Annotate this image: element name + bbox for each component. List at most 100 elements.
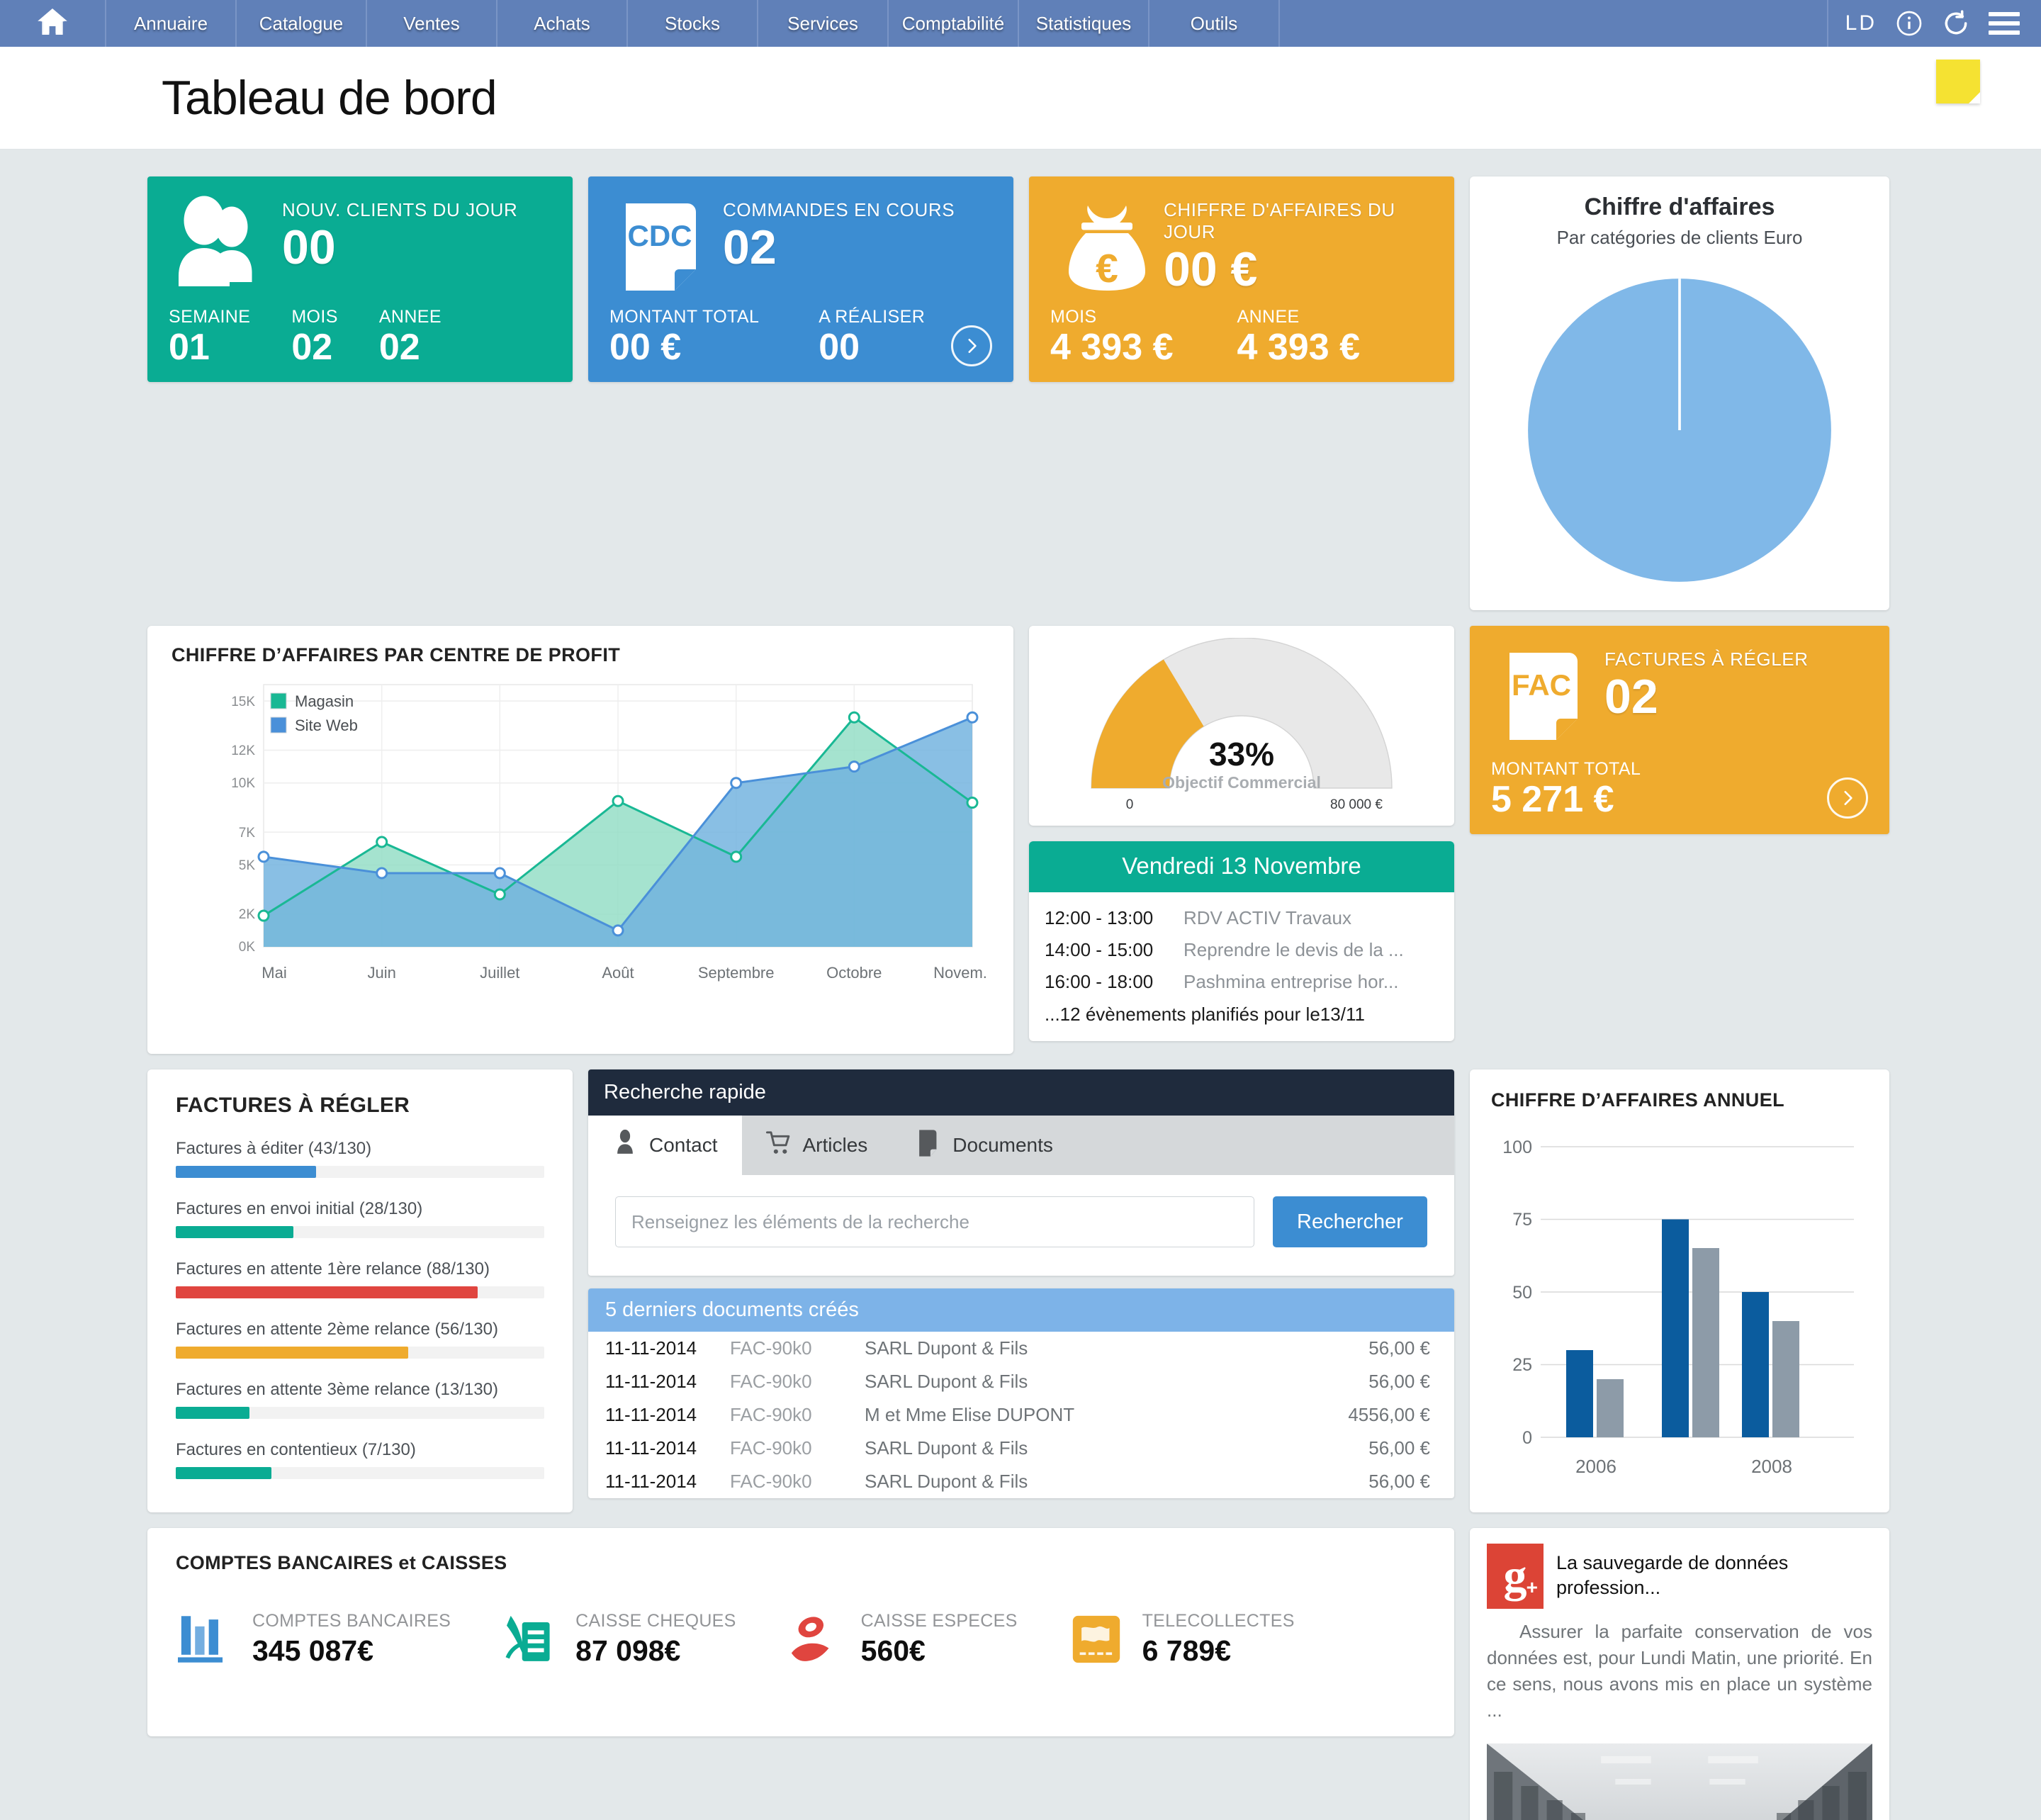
kpi-sub-value: 02 bbox=[378, 326, 420, 368]
facture-progress-item[interactable]: Factures en attente 1ère relance (88/130… bbox=[176, 1259, 544, 1298]
tab-documents[interactable]: Documents bbox=[892, 1116, 1077, 1175]
pie-chart-panel: Chiffre d'affaires Par catégories de cli… bbox=[1470, 176, 1889, 610]
table-row[interactable]: 11-11-2014 FAC-90k0 SARL Dupont & Fils 5… bbox=[588, 1432, 1454, 1465]
gauge-panel: 33% Objectif Commercial 0 80 000 € bbox=[1029, 626, 1454, 826]
bottom-row: COMPTES BANCAIRES et CAISSES COMPTES BAN… bbox=[147, 1528, 1894, 1820]
facture-progress-item[interactable]: Factures en attente 3ème relance (13/130… bbox=[176, 1380, 544, 1419]
nav-item-catalogue[interactable]: Catalogue bbox=[237, 0, 367, 47]
progress-track bbox=[176, 1226, 544, 1238]
facture-progress-item[interactable]: Factures en contentieux (7/130) bbox=[176, 1440, 544, 1479]
facture-progress-label: Factures en attente 3ème relance (13/130… bbox=[176, 1380, 498, 1399]
kpi-card-commandes-en-cours[interactable]: CDC COMMANDES EN COURS 02 MONTANT TOTAL … bbox=[588, 176, 1013, 382]
svg-text:0: 0 bbox=[1522, 1428, 1532, 1448]
bank-item-comptes-bancaires[interactable]: COMPTES BANCAIRES 345 087€ bbox=[176, 1611, 451, 1668]
kpi-sub-montant-total: MONTANT TOTAL 00 € bbox=[609, 307, 759, 368]
kpi-sub-label: MOIS bbox=[1050, 306, 1097, 327]
info-icon[interactable] bbox=[1895, 9, 1923, 38]
table-row[interactable]: 11-11-2014 FAC-90k0 M et Mme Elise DUPON… bbox=[588, 1398, 1454, 1432]
agenda-event[interactable]: 14:00 - 15:00 Reprendre le devis de la .… bbox=[1045, 934, 1439, 966]
search-submit-button[interactable]: Rechercher bbox=[1273, 1196, 1427, 1247]
kpi-value: 02 bbox=[723, 220, 777, 274]
nav-item-outils[interactable]: Outils bbox=[1149, 0, 1280, 47]
facture-progress-item[interactable]: Factures à éditer (43/130) bbox=[176, 1139, 544, 1178]
user-initials[interactable]: LD bbox=[1845, 11, 1877, 35]
table-row[interactable]: 11-11-2014 FAC-90k0 SARL Dupont & Fils 5… bbox=[588, 1332, 1454, 1365]
users-icon bbox=[169, 195, 282, 301]
nav-item-comptabilite[interactable]: Comptabilité bbox=[889, 0, 1019, 47]
facture-progress-item[interactable]: Factures en attente 2ème relance (56/130… bbox=[176, 1320, 544, 1359]
progress-fill bbox=[176, 1467, 272, 1479]
doc-ref: FAC-90k0 bbox=[730, 1404, 812, 1425]
search-input[interactable] bbox=[615, 1196, 1254, 1247]
svg-text:Juin: Juin bbox=[368, 964, 396, 982]
bar-2008-serie1 bbox=[1742, 1292, 1769, 1437]
progress-track bbox=[176, 1166, 544, 1178]
bank-item-label: COMPTES BANCAIRES bbox=[252, 1611, 451, 1631]
nav-home-button[interactable] bbox=[0, 0, 106, 47]
gauge-percent-label: 33% bbox=[1209, 736, 1274, 773]
svg-text:100: 100 bbox=[1502, 1138, 1532, 1157]
recent-documents-title: 5 derniers documents créés bbox=[588, 1288, 1454, 1332]
nav-item-services[interactable]: Services bbox=[758, 0, 889, 47]
kpi-sub-value: 4 393 € bbox=[1050, 326, 1174, 368]
kpi-sub-value: 02 bbox=[291, 326, 333, 368]
kpi-detail-arrow-button[interactable] bbox=[1827, 777, 1868, 819]
kpi-label: NOUV. CLIENTS DU JOUR bbox=[282, 199, 518, 220]
nav-item-annuaire[interactable]: Annuaire bbox=[106, 0, 237, 47]
legend-label-siteweb: Site Web bbox=[295, 717, 358, 734]
pie-chart-canvas bbox=[1484, 267, 1875, 593]
annual-bar-chart-canvas: 100 75 50 25 0 2006 2008 bbox=[1502, 1138, 1854, 1477]
bank-item-value: 560€ bbox=[860, 1634, 926, 1667]
progress-fill bbox=[176, 1407, 249, 1419]
kpi-card-chiffre-affaires-jour[interactable]: € CHIFFRE D'AFFAIRES DU JOUR 00 € MOIS 4… bbox=[1029, 176, 1454, 382]
annual-chart-title: CHIFFRE D’AFFAIRES ANNUEL bbox=[1491, 1089, 1784, 1111]
svg-text:2K: 2K bbox=[239, 907, 256, 922]
legend-label-magasin: Magasin bbox=[295, 692, 354, 710]
svg-text:CDC: CDC bbox=[628, 219, 692, 252]
bank-item-caisse-cheques[interactable]: CAISSE CHEQUES 87 098€ bbox=[499, 1611, 736, 1668]
svg-text:75: 75 bbox=[1512, 1210, 1532, 1230]
nav-item-statistiques[interactable]: Statistiques bbox=[1019, 0, 1149, 47]
news-panel: g + La sauvegarde de données profession..… bbox=[1470, 1528, 1889, 1820]
facture-progress-item[interactable]: Factures en envoi initial (28/130) bbox=[176, 1199, 544, 1238]
kpi-sub-annee: ANNEE 4 393 € bbox=[1237, 307, 1361, 368]
agenda-footer[interactable]: ...12 évènements planifiés pour le13/11 bbox=[1045, 998, 1439, 1026]
area-chart-canvas: 0K 2K 5K 7K 10K 12K 15K Magasin Site Web… bbox=[231, 684, 987, 982]
refresh-icon[interactable] bbox=[1942, 9, 1970, 38]
kpi-card-factures-a-regler[interactable]: FAC FACTURES À RÉGLER 02 MONTANT TOTAL 5… bbox=[1470, 626, 1889, 834]
bank-item-telecollectes[interactable]: TELECOLLECTES 6 789€ bbox=[1066, 1611, 1295, 1668]
svg-text:€: € bbox=[1096, 246, 1118, 291]
agenda-event[interactable]: 16:00 - 18:00 Pashmina entreprise hor... bbox=[1045, 966, 1439, 998]
agenda-event[interactable]: 12:00 - 13:00 RDV ACTIV Travaux bbox=[1045, 902, 1439, 934]
kpi-detail-arrow-button[interactable] bbox=[951, 325, 992, 366]
bank-item-label: TELECOLLECTES bbox=[1142, 1611, 1295, 1631]
doc-amount: 56,00 € bbox=[1368, 1371, 1430, 1392]
news-excerpt: Assurer la parfaite conservation de vos … bbox=[1487, 1621, 1872, 1721]
person-icon bbox=[612, 1129, 638, 1162]
tab-contact[interactable]: Contact bbox=[588, 1116, 742, 1175]
svg-text:Juillet: Juillet bbox=[480, 964, 519, 982]
cheque-pen-icon bbox=[499, 1611, 560, 1668]
news-title[interactable]: La sauvegarde de données profession... bbox=[1556, 1544, 1872, 1609]
doc-ref: FAC-90k0 bbox=[730, 1471, 812, 1492]
nav-item-ventes[interactable]: Ventes bbox=[367, 0, 497, 47]
kpi-label: FACTURES À RÉGLER bbox=[1604, 648, 1809, 670]
quick-search-panel: Recherche rapide Contact Articles Docume… bbox=[588, 1069, 1454, 1276]
document-cdc-icon: CDC bbox=[609, 195, 723, 301]
progress-fill bbox=[176, 1347, 408, 1359]
bank-item-label: CAISSE ESPECES bbox=[860, 1611, 1018, 1631]
table-row[interactable]: 11-11-2014 FAC-90k0 SARL Dupont & Fils 5… bbox=[588, 1465, 1454, 1498]
tab-articles[interactable]: Articles bbox=[742, 1116, 892, 1175]
nav-item-stocks[interactable]: Stocks bbox=[628, 0, 758, 47]
bank-item-caisse-especes[interactable]: CAISSE ESPECES 560€ bbox=[785, 1611, 1018, 1668]
nav-item-achats[interactable]: Achats bbox=[497, 0, 628, 47]
table-row[interactable]: 11-11-2014 FAC-90k0 SARL Dupont & Fils 5… bbox=[588, 1365, 1454, 1398]
kpi-card-nouveaux-clients[interactable]: NOUV. CLIENTS DU JOUR 00 SEMAINE 01 MOIS… bbox=[147, 176, 573, 382]
bar-2007-serie1 bbox=[1662, 1219, 1689, 1437]
agenda-title: Vendredi 13 Novembre bbox=[1029, 841, 1454, 892]
sticky-note-icon[interactable] bbox=[1936, 60, 1980, 103]
progress-fill bbox=[176, 1226, 294, 1238]
gauge-min-label: 0 bbox=[1126, 797, 1134, 812]
doc-amount: 56,00 € bbox=[1368, 1337, 1430, 1359]
hamburger-menu-icon[interactable] bbox=[1989, 12, 2020, 35]
